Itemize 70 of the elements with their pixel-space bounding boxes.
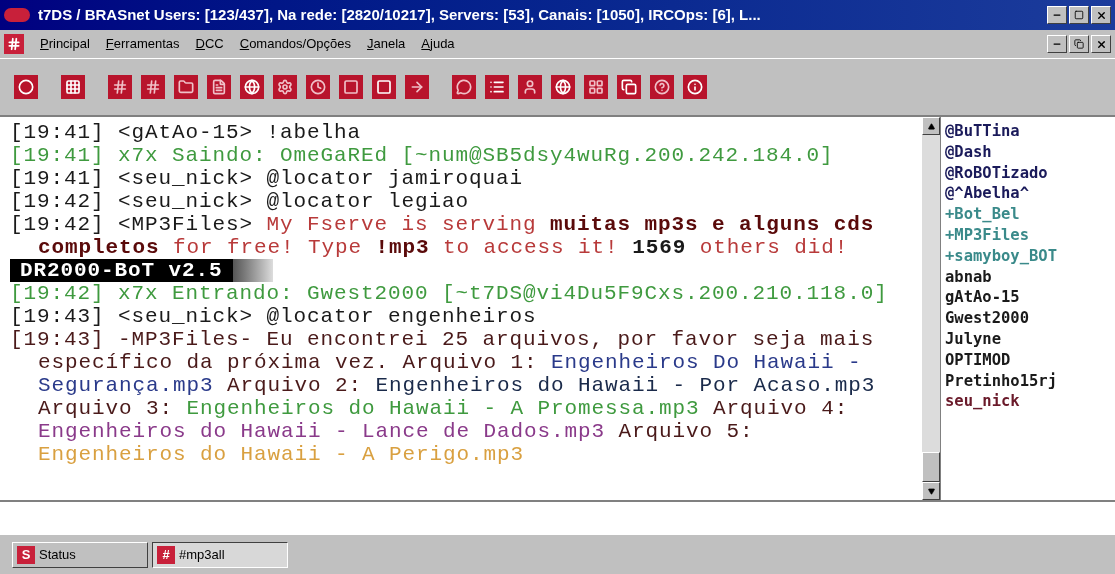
- list-icon[interactable]: [485, 75, 509, 99]
- nick-item[interactable]: Julyne: [945, 328, 1115, 350]
- clock-icon[interactable]: [306, 75, 330, 99]
- down-triangle-icon: [927, 487, 935, 495]
- scroll-thumb[interactable]: [922, 452, 940, 482]
- window-title: t7DS / BRASnet Users: [123/437], Na rede: [2820/10217], Servers: [53], Canais: [1050], IRCOps: [6], L...: [38, 4, 762, 25]
- nick-item[interactable]: +MP3Files: [945, 225, 1115, 246]
- chat-message: [19:41] x7x Saindo: OmeGaREd [~num@SB5dsy4wuRg.200.242.184.0]: [10, 144, 835, 167]
- nick-item[interactable]: abnab: [945, 266, 1115, 288]
- up-triangle-icon: [927, 122, 935, 130]
- maximize-button[interactable]: [1069, 6, 1089, 24]
- chat-message: [19:41] <seu_nick> @locator jamiroquai: [10, 167, 525, 190]
- close-icon: [1095, 38, 1107, 50]
- grid-icon[interactable]: [61, 75, 85, 99]
- arrow-right-icon[interactable]: [405, 75, 429, 99]
- close-icon: [1095, 9, 1107, 21]
- nick-item[interactable]: @RoBOTizado: [945, 162, 1115, 184]
- nick-item[interactable]: +Bot_Bel: [945, 204, 1115, 225]
- channel-icon: [4, 34, 24, 54]
- hash-icon[interactable]: [108, 75, 132, 99]
- person-icon[interactable]: [518, 75, 542, 99]
- chat-message: [19:42] <MP3Files> My Fserve is serving muitas mp3s e alguns cds completos for free! Type !mp3 to access it! 1569 others did!: [10, 213, 876, 259]
- folder-icon[interactable]: [174, 75, 198, 99]
- windows-icon[interactable]: [617, 75, 641, 99]
- channel-tab[interactable]: # #mp3all: [152, 541, 288, 568]
- close-button[interactable]: [1091, 35, 1111, 53]
- square-icon[interactable]: [372, 75, 396, 99]
- menu-item[interactable]: Principal: [40, 34, 90, 54]
- info-icon[interactable]: [683, 75, 707, 99]
- gear-icon[interactable]: [273, 75, 297, 99]
- restore-icon: [1074, 39, 1084, 49]
- scroll-down-button[interactable]: [922, 482, 940, 500]
- app-icon: [4, 8, 30, 22]
- nick-item[interactable]: @^Abelha^: [945, 183, 1115, 205]
- chat-message: [19:41] <gAtAo-15> !abelha: [10, 121, 363, 144]
- nick-item[interactable]: @BuTTina: [945, 121, 1115, 142]
- nick-item[interactable]: +samyboy_BOT: [945, 245, 1115, 267]
- bot-version-label: DR2000-BoT v2.5: [10, 259, 233, 282]
- minimize-button[interactable]: [1047, 6, 1067, 24]
- nick-item[interactable]: Pretinho15rj: [945, 370, 1115, 392]
- globe-icon[interactable]: [240, 75, 264, 99]
- menu-item[interactable]: Comandos/Opções: [239, 34, 352, 54]
- menu-item[interactable]: DCC: [195, 34, 224, 54]
- channel-tab[interactable]: S Status: [12, 541, 148, 568]
- gradient-drawing: [232, 259, 273, 282]
- maximize-icon: [1074, 10, 1084, 20]
- chat-message: [19:42] x7x Entrando: Gwest2000 [~t7DS@vi4Du5F9Cxs.200.210.118.0]: [10, 282, 889, 305]
- globe-icon[interactable]: [551, 75, 575, 99]
- menu-item[interactable]: Ajuda: [421, 34, 455, 54]
- chat-message: [19:42] <seu_nick> @locator legiao: [10, 190, 471, 213]
- chat-message: [19:43] <seu_nick> @locator engenheiros: [10, 305, 538, 328]
- nick-item[interactable]: seu_nick: [945, 391, 1115, 413]
- square-icon[interactable]: [339, 75, 363, 99]
- grid-icon[interactable]: [584, 75, 608, 99]
- hash-icon[interactable]: [141, 75, 165, 99]
- document-icon[interactable]: [207, 75, 231, 99]
- speech-bubble-icon[interactable]: [452, 75, 476, 99]
- restore-button[interactable]: [1069, 35, 1089, 53]
- nick-item[interactable]: Gwest2000: [945, 308, 1115, 329]
- close-button[interactable]: [1091, 6, 1111, 24]
- help-icon[interactable]: [650, 75, 674, 99]
- menu-item[interactable]: Janela: [367, 34, 406, 54]
- nick-item[interactable]: OPTIMOD: [945, 349, 1115, 371]
- chat-message: [19:43] -MP3Files- Eu encontrei 25 arquivos, por favor seja mais específico da próxima vez. Arquivo 1: Engenheiros Do Hawaii - Segurança.mp3 Arquivo 2: Engenheiros do Hawaii - Por Acaso.mp3 Arquivo 3: Engenheiros do Hawaii - A Promessa.mp3 Arquivo 4: Engenheiros do Hawaii - Lance de Dados.mp3 Arquivo 5: Engenheiros do Hawaii - A Perigo.mp3: [10, 328, 877, 466]
- nick-item[interactable]: gAtAo-15: [945, 287, 1115, 309]
- scroll-up-button[interactable]: [922, 117, 940, 135]
- input-field[interactable]: [0, 500, 1115, 534]
- nick-item[interactable]: @Dash: [945, 141, 1115, 163]
- menu-item[interactable]: Ferramentas: [105, 34, 180, 54]
- minimize-button[interactable]: [1047, 35, 1067, 53]
